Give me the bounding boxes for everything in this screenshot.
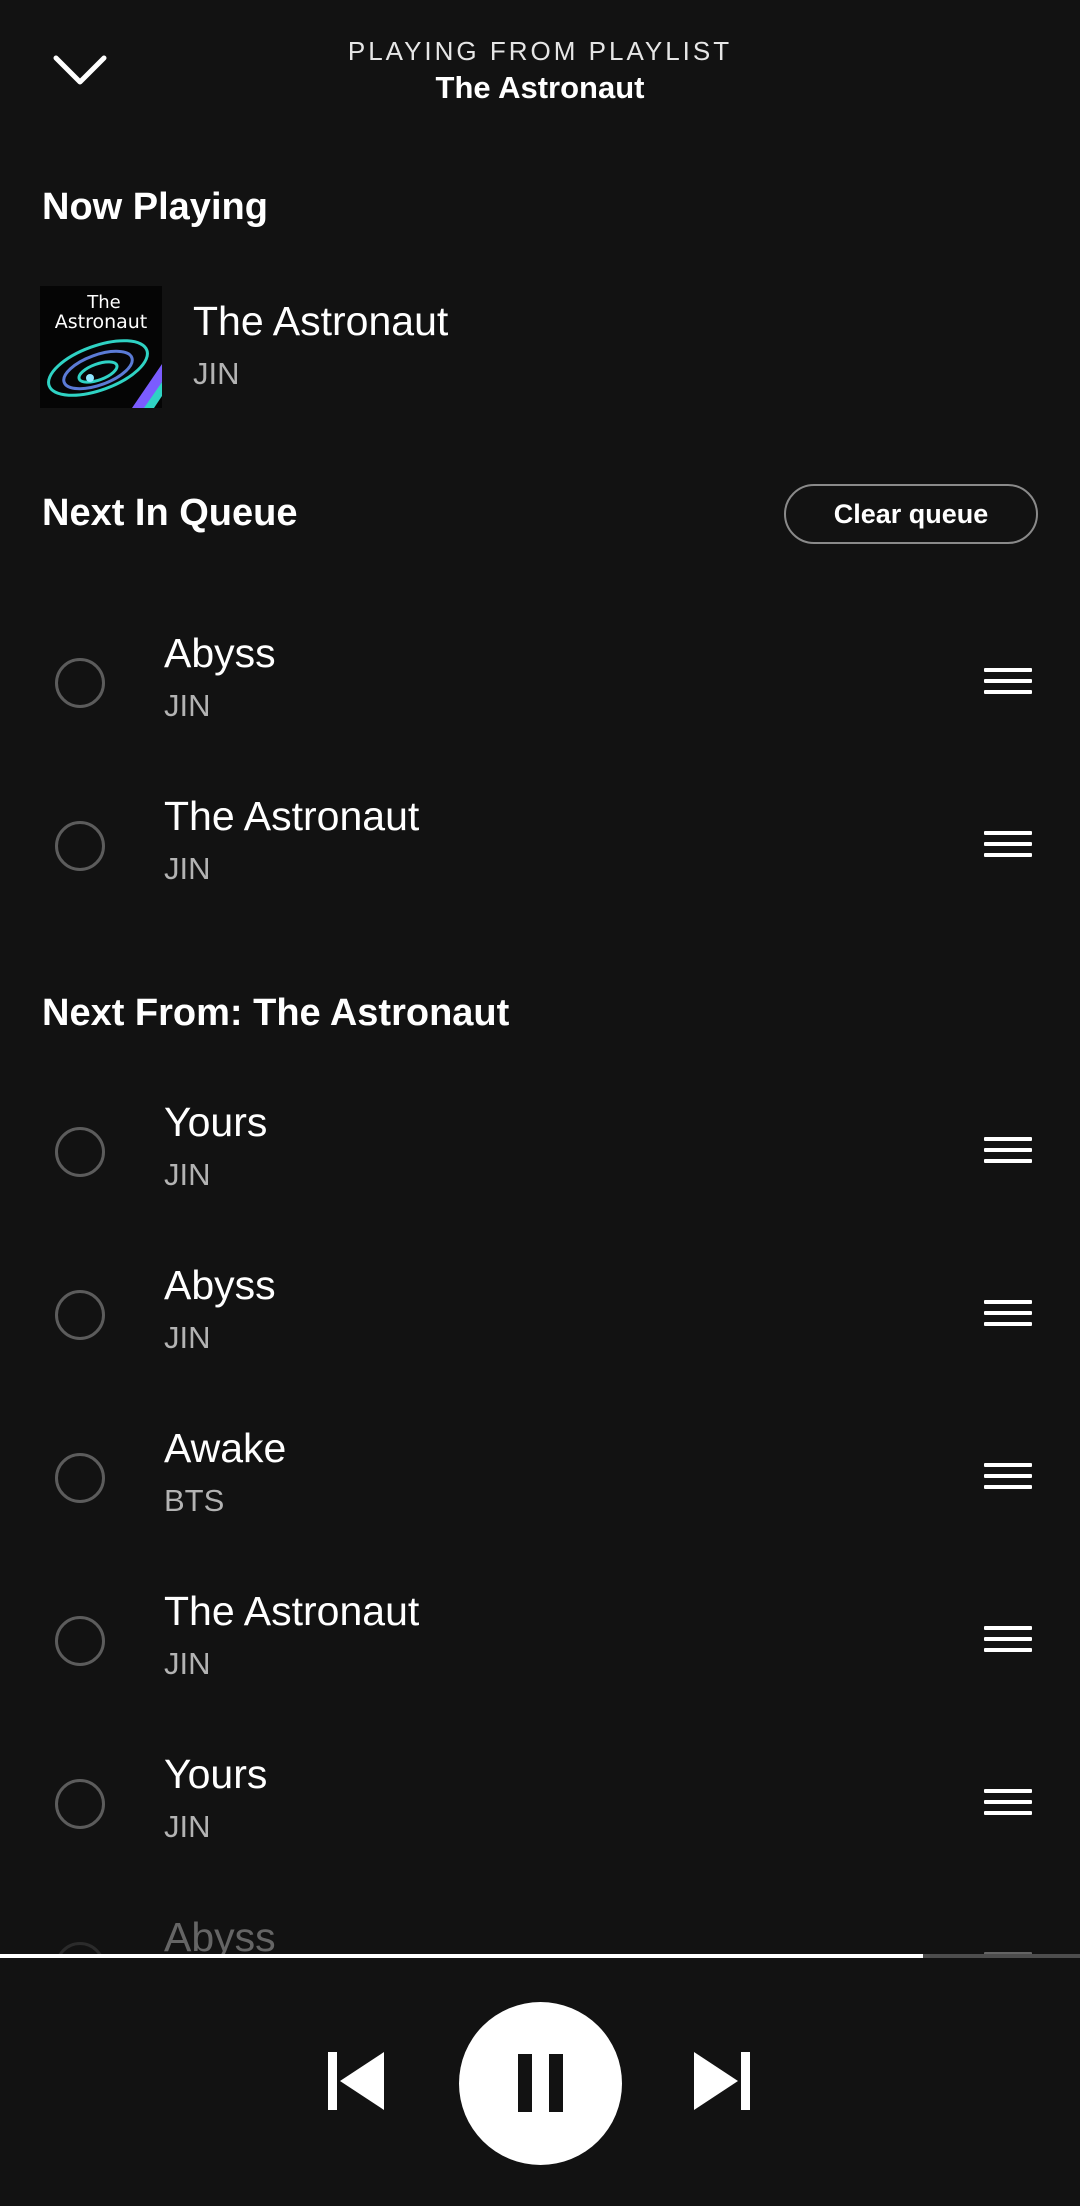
- drag-handle-icon[interactable]: [984, 1626, 1032, 1660]
- drag-handle-icon[interactable]: [984, 831, 1032, 865]
- track-title: The Astronaut: [164, 793, 420, 839]
- radio-circle-icon[interactable]: [55, 1942, 105, 1954]
- pause-icon: [518, 2054, 563, 2112]
- radio-circle-icon[interactable]: [55, 1779, 105, 1829]
- track-artist: JIN: [164, 851, 211, 886]
- radio-circle-icon[interactable]: [55, 1127, 105, 1177]
- track-artist: JIN: [164, 1320, 211, 1355]
- radio-circle-icon[interactable]: [55, 1290, 105, 1340]
- next-in-queue-heading: Next In Queue: [42, 492, 298, 534]
- queue-row[interactable]: Yours JIN: [0, 1729, 1080, 1879]
- queue-row[interactable]: Abyss: [0, 1892, 1080, 1954]
- track-artist: JIN: [164, 1646, 211, 1681]
- track-artist: JIN: [164, 1157, 211, 1192]
- radio-circle-icon[interactable]: [55, 1453, 105, 1503]
- track-artist: JIN: [164, 688, 211, 723]
- track-title: The Astronaut: [164, 1588, 420, 1634]
- svg-text:Astronaut: Astronaut: [55, 311, 148, 333]
- skip-next-icon[interactable]: [692, 2050, 752, 2112]
- track-title: Yours: [164, 1751, 268, 1797]
- track-title: Abyss: [164, 1262, 276, 1308]
- drag-handle-icon[interactable]: [984, 1789, 1032, 1823]
- clear-queue-button[interactable]: Clear queue: [784, 484, 1038, 544]
- skip-previous-icon[interactable]: [326, 2050, 386, 2112]
- album-art: The Astronaut: [40, 286, 162, 408]
- queue-row[interactable]: Awake BTS: [0, 1403, 1080, 1553]
- track-title: Awake: [164, 1425, 287, 1471]
- playback-controls: [0, 1958, 1080, 2206]
- next-from-heading: Next From: The Astronaut: [42, 992, 510, 1034]
- track-artist: JIN: [164, 1809, 211, 1844]
- queue-row[interactable]: The Astronaut JIN: [0, 1566, 1080, 1716]
- queue-row[interactable]: Abyss JIN: [0, 608, 1080, 758]
- track-title: Abyss: [164, 1914, 276, 1954]
- radio-circle-icon[interactable]: [55, 821, 105, 871]
- player-header: PLAYING FROM PLAYLIST The Astronaut: [0, 0, 1080, 130]
- now-playing-artist: JIN: [193, 356, 240, 391]
- track-title: Yours: [164, 1099, 268, 1145]
- playing-from-label: PLAYING FROM PLAYLIST: [347, 36, 733, 66]
- queue-content: PLAYING FROM PLAYLIST The Astronaut Now …: [0, 0, 1080, 1954]
- now-playing-heading: Now Playing: [42, 186, 268, 228]
- queue-row[interactable]: Yours JIN: [0, 1077, 1080, 1227]
- drag-handle-icon[interactable]: [984, 1137, 1032, 1171]
- drag-handle-icon[interactable]: [984, 1463, 1032, 1497]
- radio-circle-icon[interactable]: [55, 1616, 105, 1666]
- track-artist: BTS: [164, 1483, 225, 1518]
- playlist-title[interactable]: The Astronaut: [0, 70, 1080, 106]
- radio-circle-icon[interactable]: [55, 658, 105, 708]
- now-playing-title: The Astronaut: [193, 298, 449, 344]
- queue-row[interactable]: Abyss JIN: [0, 1240, 1080, 1390]
- drag-handle-icon[interactable]: [984, 1300, 1032, 1334]
- queue-row[interactable]: The Astronaut JIN: [0, 771, 1080, 921]
- svg-text:The: The: [86, 292, 120, 313]
- track-title: Abyss: [164, 630, 276, 676]
- drag-handle-icon[interactable]: [984, 668, 1032, 702]
- pause-button[interactable]: [459, 2002, 622, 2165]
